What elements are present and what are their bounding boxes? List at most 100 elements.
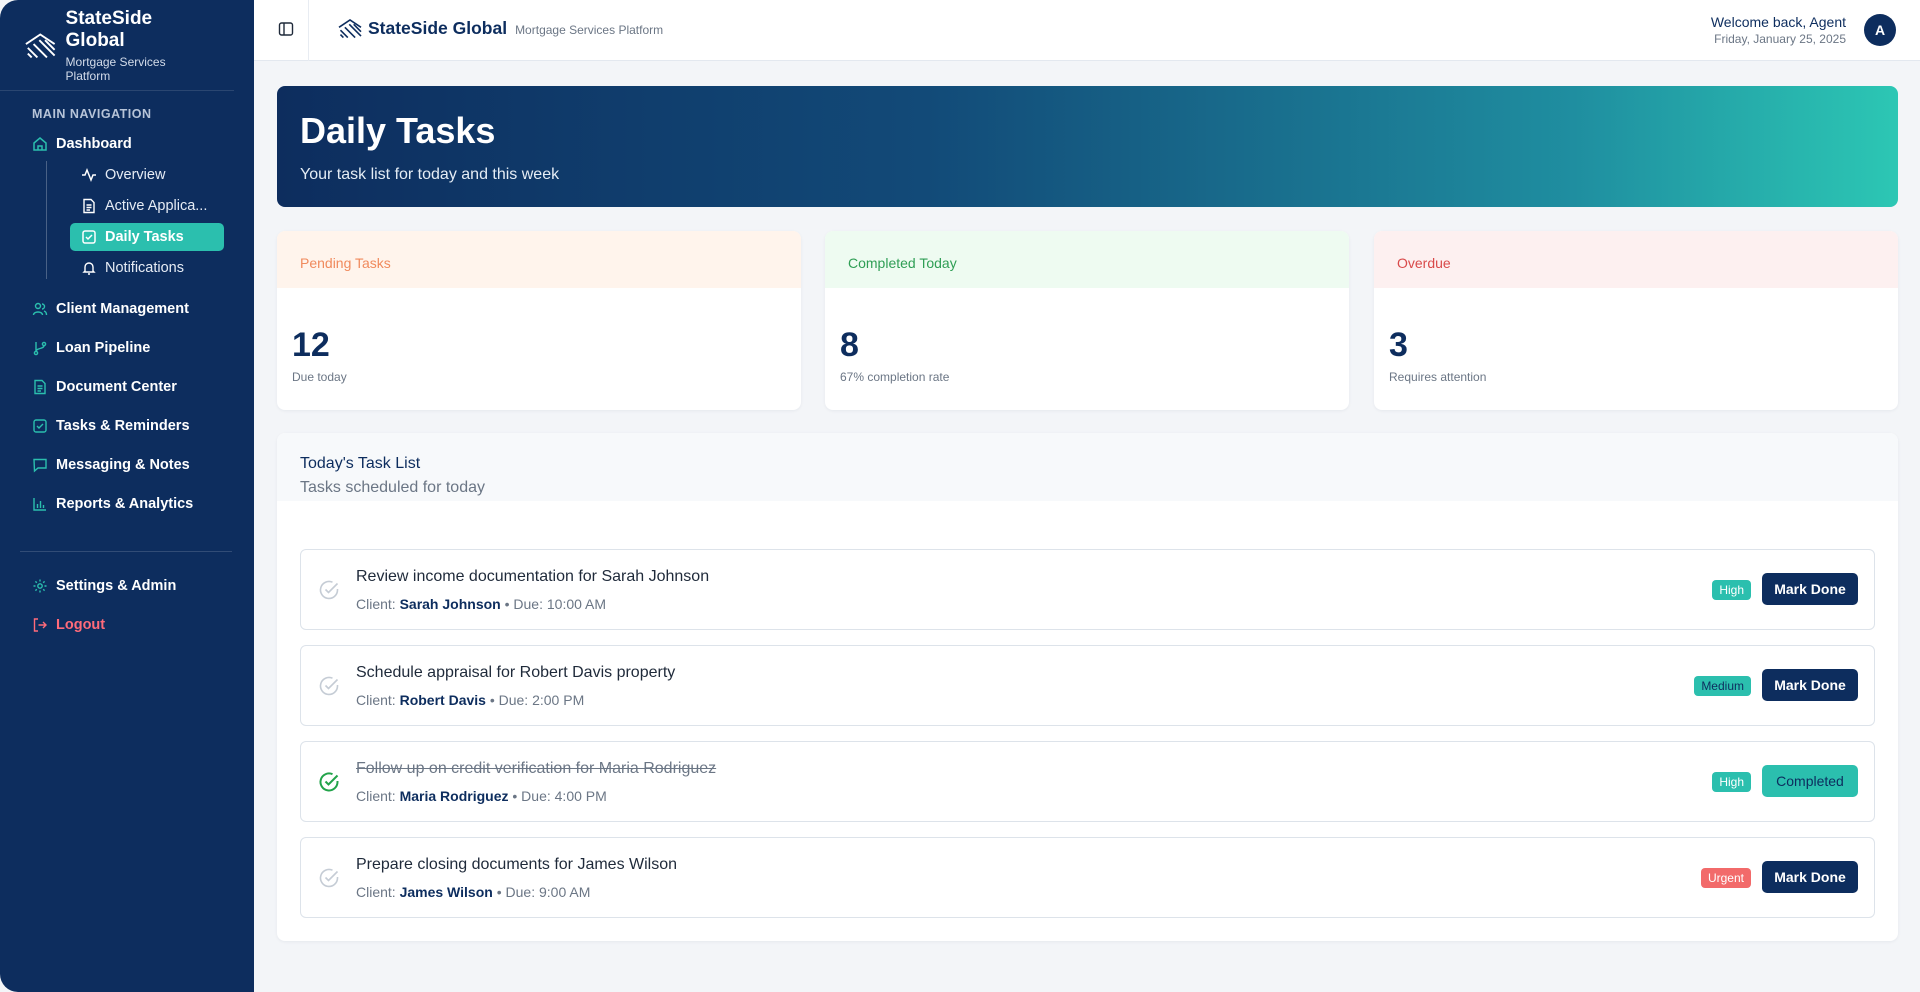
sidebar-item-label: Logout — [56, 616, 106, 633]
sidebar-subitem-notifications[interactable]: Notifications — [70, 254, 224, 282]
task-title: Schedule appraisal for Robert Davis prop… — [356, 664, 676, 681]
task-meta: Client: James Wilson • Due: 9:00 AM — [356, 884, 590, 900]
sidebar-item-label: Messaging & Notes — [56, 456, 190, 473]
mark-done-button[interactable]: Mark Done — [1762, 669, 1858, 701]
sidebar-item-label: Loan Pipeline — [56, 339, 151, 356]
task-list-header: Today's Task List Tasks scheduled for to… — [277, 433, 1898, 501]
stat-label: Overdue — [1374, 231, 1898, 288]
nav-heading: MAIN NAVIGATION — [32, 107, 152, 121]
sidebar-brand[interactable]: StateSide Global Mortgage Services Platf… — [0, 0, 234, 91]
page-title: Daily Tasks — [300, 110, 496, 151]
sidebar-item-logout[interactable]: Logout — [0, 605, 254, 644]
subitem-label: Notifications — [105, 260, 184, 276]
brand-tagline: Mortgage Services Platform — [65, 54, 166, 83]
task-client[interactable]: James Wilson — [400, 884, 493, 900]
due-label: • Due: — [489, 692, 529, 708]
stat-note: 67% completion rate — [840, 370, 950, 384]
welcome-block: Welcome back, Agent Friday, January 25, … — [1711, 14, 1846, 46]
page-header-banner: Daily Tasks Your task list for today and… — [277, 86, 1898, 207]
sidebar-divider — [20, 551, 232, 552]
due-label: • Due: — [512, 788, 551, 804]
sidebar-item-label: Document Center — [56, 378, 177, 395]
sidebar: StateSide Global Mortgage Services Platf… — [0, 0, 254, 992]
task-list-subtitle: Tasks scheduled for today — [300, 479, 485, 496]
task-list-title: Today's Task List — [300, 455, 421, 472]
priority-badge: Urgent — [1700, 868, 1751, 888]
task-meta: Client: Robert Davis • Due: 2:00 PM — [356, 692, 584, 708]
topbar-brand[interactable]: StateSide Global Mortgage Services Platf… — [336, 17, 663, 39]
sidebar-item-messaging-notes[interactable]: Messaging & Notes — [0, 445, 254, 484]
task-title: Follow up on credit verification for Mar… — [356, 760, 717, 777]
priority-badge: High — [1712, 580, 1751, 600]
sidebar-toggle-icon[interactable] — [278, 21, 294, 37]
topbar: StateSide Global Mortgage Services Platf… — [254, 0, 1920, 61]
task-due-time: 4:00 PM — [554, 788, 607, 804]
sidebar-item-label: Reports & Analytics — [56, 495, 194, 512]
stat-card-completed: Completed Today 8 67% completion rate — [825, 231, 1349, 410]
client-label: Client: — [356, 596, 396, 612]
task-title: Review income documentation for Sarah Jo… — [356, 568, 710, 585]
due-label: • Due: — [496, 884, 536, 900]
stat-value: 12 — [292, 326, 330, 364]
stat-value: 3 — [1389, 326, 1408, 364]
stat-note: Due today — [292, 370, 347, 384]
mark-done-button[interactable]: Mark Done — [1762, 861, 1858, 893]
check-circle-icon[interactable] — [318, 771, 340, 793]
task-row: Schedule appraisal for Robert Davis prop… — [300, 645, 1875, 726]
gear-icon — [32, 578, 48, 594]
task-title: Prepare closing documents for James Wils… — [356, 856, 678, 873]
checkbox-icon — [81, 229, 97, 245]
task-client[interactable]: Sarah Johnson — [400, 596, 501, 612]
sidebar-subitem-active-applications[interactable]: Active Applica... — [70, 192, 224, 220]
topbar-brand-tagline: Mortgage Services Platform — [515, 22, 664, 37]
sidebar-item-dashboard[interactable]: Dashboard — [0, 127, 254, 161]
completed-button[interactable]: Completed — [1762, 765, 1858, 797]
sidebar-item-label: Dashboard — [56, 136, 132, 152]
users-icon — [32, 301, 48, 317]
task-client[interactable]: Robert Davis — [400, 692, 486, 708]
sidebar-item-label: Settings & Admin — [56, 577, 177, 594]
client-label: Client: — [356, 788, 396, 804]
sidebar-subitem-overview[interactable]: Overview — [70, 161, 224, 189]
topbar-brand-name: StateSide Global — [368, 17, 508, 38]
stat-note: Requires attention — [1389, 370, 1487, 384]
client-label: Client: — [356, 884, 396, 900]
brand-logo-icon — [25, 33, 56, 59]
sidebar-item-reports-analytics[interactable]: Reports & Analytics — [0, 484, 254, 523]
task-due-time: 9:00 AM — [538, 884, 591, 900]
task-client[interactable]: Maria Rodriguez — [400, 788, 509, 804]
task-due-time: 10:00 AM — [546, 596, 607, 612]
git-branch-icon — [32, 340, 48, 356]
mark-done-button[interactable]: Mark Done — [1762, 573, 1858, 605]
file-text-icon — [32, 379, 48, 395]
priority-badge: High — [1712, 772, 1751, 792]
check-circle-icon[interactable] — [318, 675, 340, 697]
brand-logo-icon — [338, 18, 362, 39]
sidebar-item-client-management[interactable]: Client Management — [0, 289, 254, 328]
subitem-label: Daily Tasks — [105, 229, 184, 245]
check-circle-icon[interactable] — [318, 579, 340, 601]
sidebar-item-settings-admin[interactable]: Settings & Admin — [0, 566, 254, 605]
welcome-message: Welcome back, Agent — [1710, 14, 1846, 30]
home-icon — [32, 136, 48, 152]
sidebar-item-loan-pipeline[interactable]: Loan Pipeline — [0, 328, 254, 367]
topbar-separator — [308, 0, 309, 61]
task-due-time: 2:00 PM — [532, 692, 585, 708]
priority-badge: Medium — [1694, 676, 1751, 696]
sidebar-item-document-center[interactable]: Document Center — [0, 367, 254, 406]
subitem-label: Overview — [105, 167, 166, 183]
stat-label: Pending Tasks — [277, 231, 801, 288]
stat-label: Completed Today — [825, 231, 1349, 288]
avatar[interactable]: A — [1864, 14, 1896, 46]
stat-value: 8 — [840, 326, 859, 364]
sidebar-subitem-daily-tasks[interactable]: Daily Tasks — [70, 223, 224, 251]
message-icon — [32, 457, 48, 473]
sidebar-item-label: Tasks & Reminders — [56, 417, 190, 434]
task-row: Prepare closing documents for James Wils… — [300, 837, 1875, 918]
sidebar-item-tasks-reminders[interactable]: Tasks & Reminders — [0, 406, 254, 445]
task-list-card: Today's Task List Tasks scheduled for to… — [277, 433, 1898, 941]
task-row: Follow up on credit verification for Mar… — [300, 741, 1875, 822]
task-meta: Client: Sarah Johnson • Due: 10:00 AM — [356, 596, 606, 612]
bell-icon — [81, 260, 97, 276]
check-circle-icon[interactable] — [318, 867, 340, 889]
